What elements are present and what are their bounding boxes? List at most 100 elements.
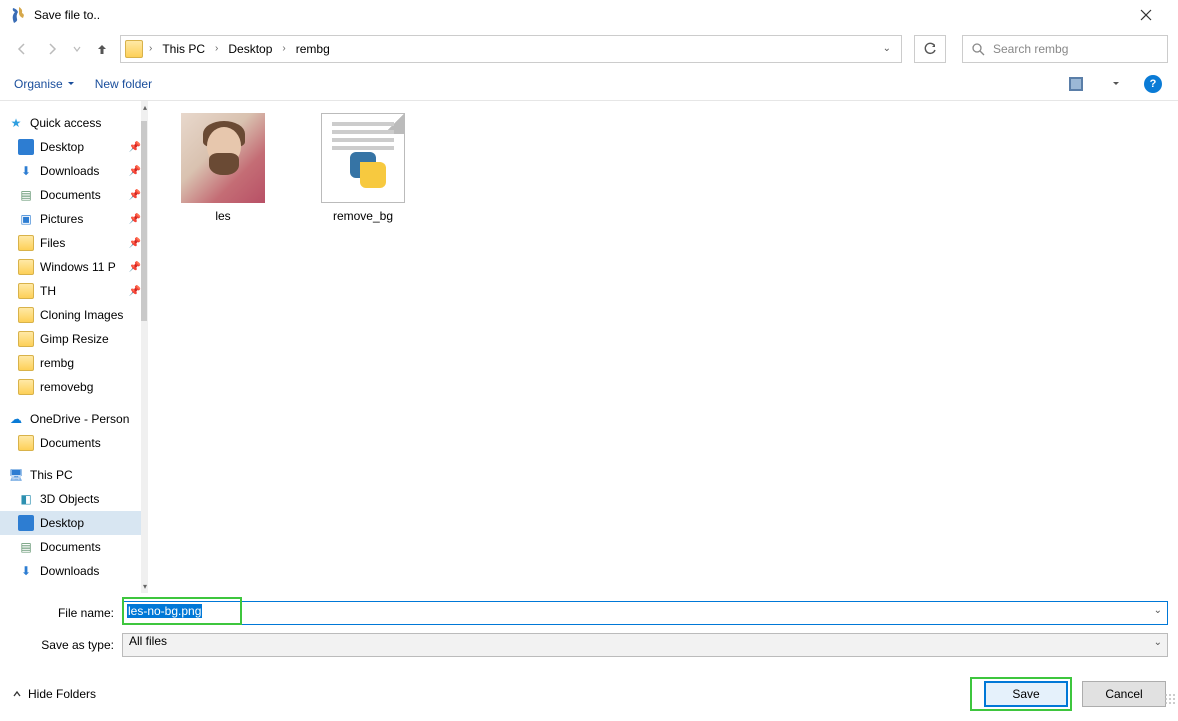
- scroll-up-icon[interactable]: ▴: [141, 103, 148, 112]
- breadcrumb-thispc[interactable]: This PC: [158, 40, 209, 58]
- tree-item-gimp[interactable]: Gimp Resize: [0, 327, 147, 351]
- tree-thispc[interactable]: 🖥 This PC: [0, 463, 147, 487]
- saveas-value: All files: [129, 634, 167, 648]
- tree-item-files[interactable]: Files📌: [0, 231, 147, 255]
- up-button[interactable]: [90, 37, 114, 61]
- tree-label: Pictures: [40, 212, 83, 226]
- tree-item-removebg[interactable]: removebg: [0, 375, 147, 399]
- saveas-label: Save as type:: [10, 638, 122, 652]
- view-options-button[interactable]: [1068, 73, 1090, 95]
- file-thumbnail: [321, 113, 405, 203]
- folder-icon: [18, 283, 34, 299]
- tree-item-documents-pc[interactable]: ▤ Documents: [0, 535, 147, 559]
- folder-icon: [125, 40, 143, 58]
- tree-label: Downloads: [40, 564, 99, 578]
- file-item-les[interactable]: les: [168, 113, 278, 223]
- python-icon: [346, 148, 390, 192]
- save-button[interactable]: Save: [984, 681, 1068, 707]
- downloads-icon: ⬇: [18, 163, 34, 179]
- refresh-button[interactable]: [914, 35, 946, 63]
- thispc-icon: 🖥: [8, 467, 24, 483]
- app-icon: [10, 7, 26, 23]
- file-item-removebg[interactable]: remove_bg: [308, 113, 418, 223]
- new-folder-button[interactable]: New folder: [95, 77, 152, 91]
- tree-label: Documents: [40, 188, 101, 202]
- tree-label: Gimp Resize: [40, 332, 109, 346]
- file-name: remove_bg: [308, 209, 418, 223]
- filename-value: les-no-bg.png: [127, 604, 202, 618]
- chevron-right-icon: ›: [147, 43, 154, 54]
- tree-label: This PC: [30, 468, 73, 482]
- chevron-down-icon[interactable]: ⌄: [1154, 605, 1162, 616]
- filename-input[interactable]: les-no-bg.png: [122, 601, 1168, 625]
- help-button[interactable]: ?: [1142, 73, 1164, 95]
- address-dropdown-icon[interactable]: ⌄: [877, 43, 897, 54]
- organise-label: Organise: [14, 77, 63, 91]
- tree-item-th[interactable]: TH📌: [0, 279, 147, 303]
- search-input[interactable]: Search rembg: [962, 35, 1168, 63]
- recent-dropdown-icon[interactable]: [70, 37, 84, 61]
- chevron-up-icon: [12, 689, 22, 699]
- folder-icon: [18, 331, 34, 347]
- tree-item-desktop-pc[interactable]: Desktop: [0, 511, 147, 535]
- view-dropdown-icon[interactable]: [1110, 73, 1122, 95]
- forward-button[interactable]: [40, 37, 64, 61]
- hide-folders-toggle[interactable]: Hide Folders: [12, 687, 96, 701]
- folder-icon: [18, 307, 34, 323]
- tree-label: TH: [40, 284, 56, 298]
- cancel-button[interactable]: Cancel: [1082, 681, 1166, 707]
- documents-icon: ▤: [18, 539, 34, 555]
- navigation-bar: › This PC › Desktop › rembg ⌄ Search rem…: [0, 30, 1178, 67]
- organise-menu[interactable]: Organise: [14, 77, 75, 91]
- chevron-right-icon: ›: [213, 43, 220, 54]
- tree-item-pictures[interactable]: ▣Pictures📌: [0, 207, 147, 231]
- tree-label: Desktop: [40, 516, 84, 530]
- chevron-down-icon[interactable]: ⌄: [1154, 637, 1162, 648]
- tree-item-rembg[interactable]: rembg: [0, 351, 147, 375]
- tree-label: Quick access: [30, 116, 101, 130]
- tree-item-windows11[interactable]: Windows 11 P📌: [0, 255, 147, 279]
- navigation-tree[interactable]: ★ Quick access Desktop📌 ⬇Downloads📌 ▤Doc…: [0, 101, 148, 593]
- folder-icon: [18, 435, 34, 451]
- tree-item-documents[interactable]: ▤Documents📌: [0, 183, 147, 207]
- new-folder-label: New folder: [95, 77, 152, 91]
- downloads-icon: ⬇: [18, 563, 34, 579]
- button-row: Hide Folders Save Cancel: [0, 663, 1178, 721]
- tree-item-onedrive-docs[interactable]: Documents: [0, 431, 147, 455]
- tree-quick-access[interactable]: ★ Quick access: [0, 111, 147, 135]
- breadcrumb-rembg[interactable]: rembg: [292, 40, 334, 58]
- tree-item-desktop[interactable]: Desktop📌: [0, 135, 147, 159]
- save-label: Save: [1012, 687, 1039, 701]
- filename-label: File name:: [10, 606, 122, 620]
- tree-item-3dobjects[interactable]: ◧3D Objects: [0, 487, 147, 511]
- breadcrumb-desktop[interactable]: Desktop: [224, 40, 276, 58]
- title-bar: Save file to..: [0, 0, 1178, 30]
- tree-scrollbar[interactable]: ▴ ▾: [141, 101, 148, 593]
- tree-item-downloads-pc[interactable]: ⬇ Downloads: [0, 559, 147, 583]
- resize-grip[interactable]: [1164, 693, 1176, 705]
- tree-label: Desktop: [40, 140, 84, 154]
- saveas-type-select[interactable]: All files: [122, 633, 1168, 657]
- chevron-down-icon: [67, 80, 75, 88]
- search-icon: [971, 42, 985, 56]
- toolbar: Organise New folder ?: [0, 67, 1178, 101]
- folder-icon: [18, 379, 34, 395]
- tree-item-downloads[interactable]: ⬇Downloads📌: [0, 159, 147, 183]
- scroll-thumb[interactable]: [141, 121, 148, 321]
- address-bar[interactable]: › This PC › Desktop › rembg ⌄: [120, 35, 902, 63]
- tree-onedrive[interactable]: ☁OneDrive - Person: [0, 407, 147, 431]
- close-button[interactable]: [1123, 0, 1168, 30]
- tree-label: Documents: [40, 540, 101, 554]
- tree-item-cloning[interactable]: Cloning Images: [0, 303, 147, 327]
- file-list[interactable]: les remove_bg: [148, 101, 1178, 593]
- help-icon: ?: [1144, 75, 1162, 93]
- scroll-down-icon[interactable]: ▾: [141, 582, 148, 591]
- back-button[interactable]: [10, 37, 34, 61]
- star-icon: ★: [8, 115, 24, 131]
- main-area: ★ Quick access Desktop📌 ⬇Downloads📌 ▤Doc…: [0, 101, 1178, 593]
- search-placeholder: Search rembg: [993, 42, 1068, 56]
- highlight-box: Save: [970, 677, 1072, 711]
- hide-folders-label: Hide Folders: [28, 687, 96, 701]
- tree-label: Windows 11 P: [40, 260, 116, 274]
- desktop-icon: [18, 515, 34, 531]
